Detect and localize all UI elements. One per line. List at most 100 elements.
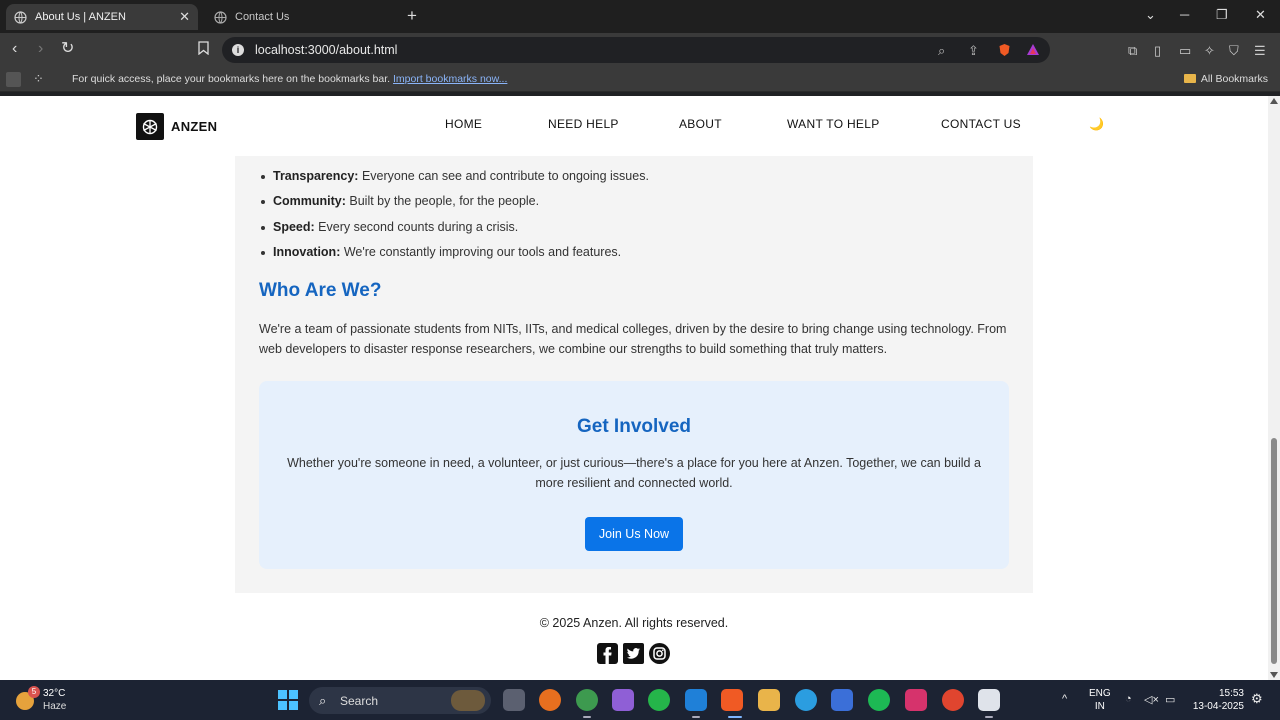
list-item: Transparency: Everyone can see and contr… [261,169,649,194]
twitter-icon[interactable] [622,642,645,665]
file-explorer-icon[interactable] [758,689,780,711]
brave-rewards-icon[interactable] [1026,43,1040,59]
brave-browser-icon[interactable] [721,689,743,711]
list-item: Innovation: We're constantly improving o… [261,245,649,270]
scrollbar-thumb[interactable] [1271,438,1277,664]
who-are-we-text: We're a team of passionate students from… [259,322,1007,356]
url-text[interactable]: localhost:3000/about.html [255,43,397,57]
who-are-we-heading: Who Are We? [259,280,382,301]
settings-gear-icon[interactable]: ⚙ [1251,691,1263,707]
tab-contact-us[interactable]: Contact Us [206,4,396,30]
search-label: Search [340,694,379,708]
maximize-icon[interactable]: ❐ [1216,7,1228,23]
firefox-icon[interactable] [539,689,561,711]
tab-title: Contact Us [235,11,290,23]
wifi-icon[interactable]: ◔ [1125,693,1132,705]
extensions-icon[interactable]: ⧉ [1128,43,1137,59]
window-close-icon[interactable]: ✕ [1255,7,1266,23]
page-viewport: ANZEN HOME NEED HELP ABOUT WANT TO HELP … [0,96,1268,680]
anzen-logo-icon[interactable] [136,113,164,140]
social-links [596,642,671,665]
list-item: Community: Built by the people, for the … [261,194,649,219]
logo-text[interactable]: ANZEN [171,119,217,134]
join-us-button[interactable]: Join Us Now [585,517,683,551]
vpn-shield-icon[interactable]: ⛉ [1229,43,1239,59]
globe-icon [14,10,27,24]
wps-office-icon[interactable] [942,689,964,711]
copilot-icon[interactable] [612,689,634,711]
windows-taskbar: 5 32°C Haze ⌕ Search ^ ENG IN ◔ ◁× ▭ 15:… [0,680,1280,720]
all-bookmarks-button[interactable]: All Bookmarks [1183,73,1268,85]
wallet-icon[interactable]: ▭ [1179,43,1191,59]
battery-icon[interactable]: ▭ [1165,693,1175,706]
get-involved-text: Whether you're someone in need, a volunt… [287,456,981,490]
speaker-muted-icon[interactable]: ◁× [1144,693,1159,706]
scroll-up-arrow-icon[interactable] [1270,98,1278,104]
bookmarks-message: For quick access, place your bookmarks h… [72,73,391,85]
site-info-icon[interactable]: i [232,44,244,56]
nav-contact-us[interactable]: CONTACT US [941,117,1021,131]
snipping-tool-icon[interactable] [978,689,1000,711]
leo-ai-icon[interactable]: ✧ [1204,43,1215,59]
bookmark-app-icon[interactable] [6,72,21,87]
search-icon: ⌕ [319,693,327,708]
footer-copyright: © 2025 Anzen. All rights reserved. [539,616,729,630]
folder-icon [1183,74,1196,83]
bookmarks-bar: ⁘ For quick access, place your bookmarks… [0,67,1280,92]
notification-badge: 5 [28,686,40,698]
temperature-text: 32°C [43,688,66,699]
address-bar[interactable]: i localhost:3000/about.html ⌕ ⇪ [222,37,1050,63]
tab-title: About Us | ANZEN [35,11,126,23]
forward-arrow-icon[interactable]: › [38,41,43,57]
taskbar-search-box[interactable]: ⌕ Search [309,687,491,714]
back-arrow-icon[interactable]: ‹ [12,41,17,57]
nav-need-help[interactable]: NEED HELP [548,117,619,131]
tab-about-us[interactable]: About Us | ANZEN ✕ [6,4,198,30]
moon-icon[interactable]: 🌙 [1089,117,1104,131]
close-icon[interactable]: ✕ [179,9,190,25]
new-tab-plus-icon[interactable]: + [407,6,417,26]
edge-icon[interactable] [795,689,817,711]
browser-toolbar: ‹ › ↻ i localhost:3000/about.html ⌕ ⇪ ⧉ … [0,33,1280,67]
whatsapp-icon[interactable] [648,689,670,711]
zoom-search-icon[interactable]: ⌕ [938,43,945,59]
import-bookmarks-link[interactable]: Import bookmarks now... [393,73,507,85]
menu-icon[interactable]: ☰ [1254,43,1266,59]
browser-tab-bar: About Us | ANZEN ✕ Contact Us + ⌄ ─ ❐ ✕ [0,0,1280,33]
scroll-down-arrow-icon[interactable] [1270,672,1278,678]
nav-home[interactable]: HOME [445,117,482,131]
nav-about[interactable]: ABOUT [679,117,722,131]
get-involved-heading: Get Involved [576,416,692,437]
system-clock[interactable]: 15:53 13-04-2025 [1188,687,1244,713]
share-icon[interactable]: ⇪ [968,43,979,59]
minimize-icon[interactable]: ─ [1180,7,1189,22]
region-text: IN [1094,701,1105,712]
tab-search-chevron-icon[interactable]: ⌄ [1145,7,1156,23]
values-list: Transparency: Everyone can see and contr… [261,169,649,270]
page-scrollbar[interactable] [1268,96,1280,680]
apps-grid-icon[interactable]: ⁘ [33,71,44,87]
about-content-section: Transparency: Everyone can see and contr… [235,156,1033,593]
facebook-icon[interactable] [596,642,619,665]
language-text: ENG [1089,688,1111,699]
time-text: 15:53 [1218,688,1244,699]
sidebar-icon[interactable]: ▯ [1154,43,1161,59]
instagram-icon[interactable] [648,642,671,665]
language-indicator[interactable]: ENG IN [1089,687,1111,713]
tray-chevron-up-icon[interactable]: ^ [1062,693,1067,705]
reload-icon[interactable]: ↻ [61,41,74,57]
spotify-icon[interactable] [868,689,890,711]
instagram-app-icon[interactable] [905,689,927,711]
all-bookmarks-label: All Bookmarks [1200,73,1268,85]
nav-want-to-help[interactable]: WANT TO HELP [787,117,880,131]
get-involved-card: Get Involved Whether you're someone in n… [259,381,1009,569]
bookmark-icon[interactable] [198,41,209,59]
chrome-icon[interactable] [576,689,598,711]
task-view-icon[interactable] [503,689,525,711]
date-text: 13-04-2025 [1192,701,1244,712]
windows-start-icon[interactable] [278,690,298,710]
vscode-icon[interactable] [685,689,707,711]
brave-shield-icon[interactable] [998,43,1011,60]
site-header: ANZEN HOME NEED HELP ABOUT WANT TO HELP … [0,96,1268,156]
store-icon[interactable] [831,689,853,711]
